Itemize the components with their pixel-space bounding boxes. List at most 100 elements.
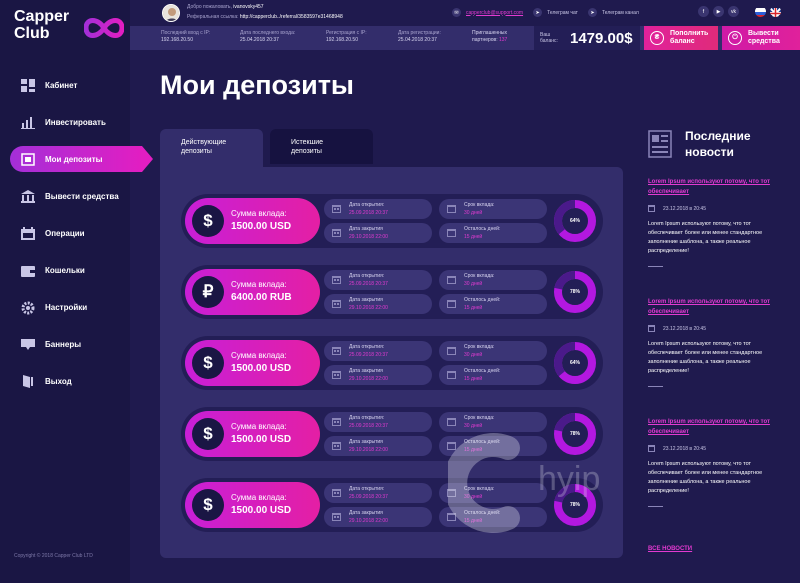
deposit-amount-pill: $ Сумма вклада: 1500.00 USD: [185, 340, 320, 386]
calendar-icon: [648, 205, 655, 212]
sidebar-item-wallets[interactable]: Кошельки: [0, 252, 130, 289]
deposits-icon: [20, 152, 35, 166]
referral-link: Реферальная ссылка: http://capperclub../…: [187, 14, 343, 20]
calendar-icon: [447, 229, 456, 237]
open-date-field: Дата открытия: 25.09.2018 20:37: [324, 199, 432, 219]
balance: Ваш баланс: 1479.00$: [534, 26, 640, 50]
telegram-icon: ➤: [533, 8, 543, 17]
sidebar: Capper Club Кабинет Инвестировать Мои де…: [0, 0, 153, 583]
calendar-icon: [332, 229, 341, 237]
stat-value: 25.04.2018 20:37: [240, 37, 279, 43]
days-left-field: Осталось дней: 15 дней: [439, 365, 547, 385]
sidebar-item-deposits[interactable]: Мои депозиты: [10, 146, 153, 172]
partners-label2: партнеров:: [472, 37, 498, 43]
tab-label1: Действующие: [181, 139, 227, 146]
deposit-amount: 1500.00 USD: [231, 505, 292, 516]
flag-en-icon[interactable]: [770, 6, 781, 17]
sidebar-item-operations[interactable]: Операции: [0, 215, 130, 252]
stat-partners: Приглашенных партнеров: 137: [472, 30, 507, 44]
field-label: Срок вклада:: [464, 202, 495, 208]
field-label: Дата открытия:: [349, 486, 385, 492]
sidebar-item-label: Баннеры: [45, 340, 82, 349]
stat-last-login-ip: Последний вход с IP: 192.168.20.50: [161, 30, 210, 44]
tab-label2: депозиты: [181, 148, 212, 155]
close-date-field: Дата закрытия 29.10.2018 22:00: [324, 294, 432, 314]
stat-label: Последний вход с IP:: [161, 30, 211, 36]
deposit-amount: 1500.00 USD: [231, 363, 292, 374]
field-value: 25.09.2018 20:37: [349, 352, 388, 358]
power-icon: ⏻: [728, 31, 742, 45]
news-headline-link[interactable]: Lorem Ipsum используют потому, что тот о…: [648, 417, 783, 437]
sidebar-item-banners[interactable]: Баннеры: [0, 326, 130, 363]
field-value: 29.10.2018 22:00: [349, 376, 388, 382]
field-value: 30 дней: [464, 352, 483, 358]
calendar-icon: [332, 371, 341, 379]
ref-url[interactable]: http://capperclub../referral/3583597e314…: [240, 14, 343, 20]
calendar-icon: [332, 442, 341, 450]
deposit-amount: 1500.00 USD: [231, 434, 292, 445]
flag-ru-icon[interactable]: [755, 6, 766, 17]
facebook-icon[interactable]: f: [698, 6, 709, 17]
deposit-amount: 1500.00 USD: [231, 221, 292, 232]
news-text: Lorem Ipsum используют потому, что тот о…: [648, 461, 763, 494]
stat-value: 192.168.20.50: [326, 37, 358, 43]
telegram-chat-link[interactable]: ➤ Телеграм чат: [533, 8, 578, 17]
sidebar-item-label: Выход: [45, 377, 72, 386]
news-title-line1: Последние: [685, 129, 751, 143]
welcome-text: Добро пожаловать, ivanovsky457: [187, 4, 264, 10]
telegram-chat-label[interactable]: Телеграм чат: [547, 10, 578, 16]
tab-active-deposits[interactable]: Действующие депозиты: [160, 129, 263, 167]
calendar-icon: [332, 276, 341, 284]
field-label: Осталось дней:: [464, 368, 501, 374]
progress-label: 78%: [569, 289, 580, 295]
open-date-field: Дата открытия: 25.09.2018 20:37: [324, 270, 432, 290]
field-value: 25.09.2018 20:37: [349, 210, 388, 216]
telegram-channel-label[interactable]: Телеграм канал: [602, 10, 639, 16]
calendar-icon: [648, 325, 655, 332]
sidebar-item-withdraw[interactable]: Вывести средства: [0, 178, 130, 215]
open-date-field: Дата открытия: 25.09.2018 20:37: [324, 412, 432, 432]
operations-icon: [20, 227, 35, 241]
days-left-field: Осталось дней: 15 дней: [439, 223, 547, 243]
term-field: Срок вклада: 30 дней: [439, 199, 547, 219]
deposit-amount: 6400.00 RUB: [231, 292, 292, 303]
vk-icon[interactable]: vk: [728, 6, 739, 17]
topup-label: Пополнить баланс: [670, 30, 708, 46]
sidebar-item-invest[interactable]: Инвестировать: [0, 104, 130, 141]
withdraw-label2: средства: [748, 38, 780, 45]
ref-label: Реферальная ссылка:: [187, 14, 239, 20]
watermark-logo-icon: hyip: [443, 433, 600, 533]
news-title-line2: новости: [685, 145, 734, 159]
avatar[interactable]: [162, 4, 180, 22]
sidebar-item-settings[interactable]: Настройки: [0, 289, 130, 326]
term-field: Срок вклада: 30 дней: [439, 270, 547, 290]
deposit-card: ₽ Сумма вклада: 6400.00 RUB Дата открыти…: [181, 265, 603, 319]
watermark: hyip: [443, 428, 668, 538]
tab-expired-deposits[interactable]: Истекшие депозиты: [270, 129, 373, 164]
sidebar-item-logout[interactable]: Выход: [0, 363, 130, 400]
all-news-link[interactable]: ВСЕ НОВОСТИ: [648, 546, 692, 552]
topup-button[interactable]: ₴ Пополнить баланс: [644, 26, 718, 50]
stat-label: Дата последнего входа:: [240, 30, 296, 36]
news-headline-link[interactable]: Lorem Ipsum используют потому, что тот о…: [648, 297, 783, 317]
withdraw-label: Вывести средства: [748, 30, 780, 46]
support-email-link[interactable]: ✉ capperclub@support.com: [452, 8, 523, 17]
telegram-channel-link[interactable]: ➤ Телеграм канал: [587, 8, 639, 17]
news-headline-link[interactable]: Lorem Ipsum используют потому, что тот о…: [648, 177, 783, 197]
close-date-field: Дата закрытия 29.10.2018 22:00: [324, 365, 432, 385]
youtube-icon[interactable]: ▶: [713, 6, 724, 17]
field-label: Осталось дней:: [464, 226, 501, 232]
field-value: 29.10.2018 22:00: [349, 234, 388, 240]
support-email[interactable]: capperclub@support.com: [466, 10, 523, 16]
balance-value: 1479.00$: [570, 29, 633, 47]
partners-label1: Приглашенных: [472, 30, 507, 36]
progress-donut: 78%: [554, 271, 596, 313]
calendar-icon: [447, 205, 456, 213]
sidebar-item-label: Мои депозиты: [45, 154, 103, 164]
logo[interactable]: Capper Club: [14, 8, 124, 48]
sidebar-item-cabinet[interactable]: Кабинет: [0, 67, 130, 104]
field-label: Дата закрытия: [349, 368, 383, 374]
currency-icon: $: [192, 347, 224, 379]
stat-value: 25.04.2018 20:37: [398, 37, 437, 43]
withdraw-button[interactable]: ⏻ Вывести средства: [722, 26, 800, 50]
